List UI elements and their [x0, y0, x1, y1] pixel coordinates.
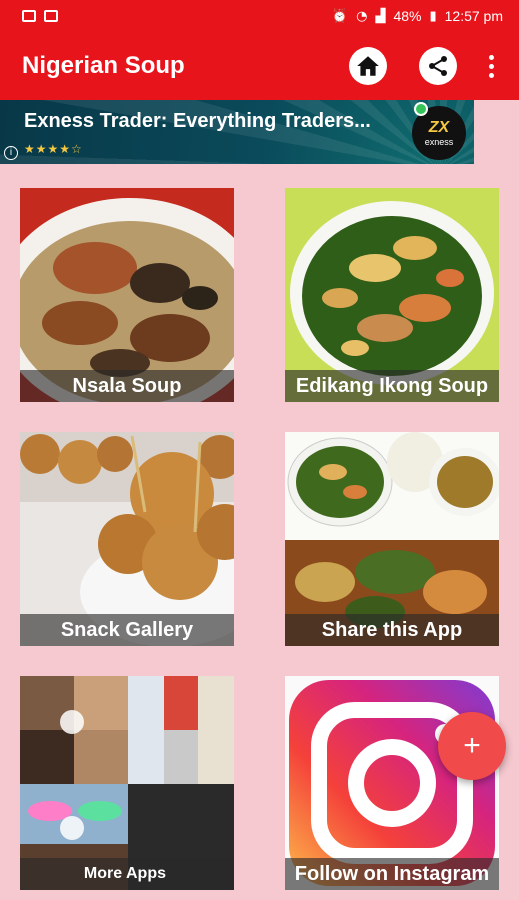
install-badge-icon [414, 102, 428, 116]
ad-info-icon[interactable]: i [4, 146, 18, 160]
tile-share-this-app[interactable]: Share this App [285, 432, 499, 646]
share-icon [429, 56, 447, 76]
status-bar: ⏰ ◔ ▟ 48% ▮ 12:57 pm [0, 0, 519, 32]
tile-label: More Apps [20, 858, 234, 890]
home-icon [357, 56, 379, 76]
tile-follow-on-instagram[interactable]: Follow on Instagram [285, 676, 499, 890]
tile-more-apps[interactable]: More Apps [20, 676, 234, 890]
logo-name: exness [424, 137, 454, 147]
plus-icon: + [463, 729, 481, 762]
tile-edikang-ikong-soup[interactable]: Edikang Ikong Soup [285, 188, 499, 402]
ad-banner[interactable]: Exness Trader: Everything Traders... ★★★… [0, 100, 474, 164]
more-vert-icon [488, 54, 494, 60]
share-button[interactable] [419, 47, 457, 85]
tile-label: Snack Gallery [20, 614, 234, 646]
tile-label: Nsala Soup [20, 370, 234, 402]
clock: 12:57 pm [444, 8, 503, 24]
logo-mark: ZX [428, 119, 450, 136]
battery-level: 48% [393, 8, 422, 24]
tile-label: Share this App [285, 614, 499, 646]
ad-title: Exness Trader: Everything Traders... [24, 110, 371, 132]
tile-label: Follow on Instagram [285, 858, 499, 890]
alarm-icon: ⏰ [331, 8, 349, 24]
tile-snack-gallery[interactable]: Snack Gallery [20, 432, 234, 646]
add-fab-button[interactable]: + [438, 712, 506, 780]
wifi-icon: ◔ [356, 8, 368, 24]
battery-icon: ▮ [429, 8, 437, 24]
home-button[interactable] [349, 47, 387, 85]
gallery-notification-icon [22, 10, 36, 22]
exness-logo: ZX exness [412, 102, 466, 160]
app-title: Nigerian Soup [22, 52, 185, 79]
signal-icon: ▟ [375, 8, 386, 24]
ad-rating-stars: ★★★★☆ [24, 142, 83, 156]
more-options-button[interactable] [481, 54, 501, 78]
mail-notification-icon [44, 10, 58, 22]
tile-nsala-soup[interactable]: Nsala Soup [20, 188, 234, 402]
app-bar: Nigerian Soup [0, 32, 519, 100]
tile-label: Edikang Ikong Soup [285, 370, 499, 402]
